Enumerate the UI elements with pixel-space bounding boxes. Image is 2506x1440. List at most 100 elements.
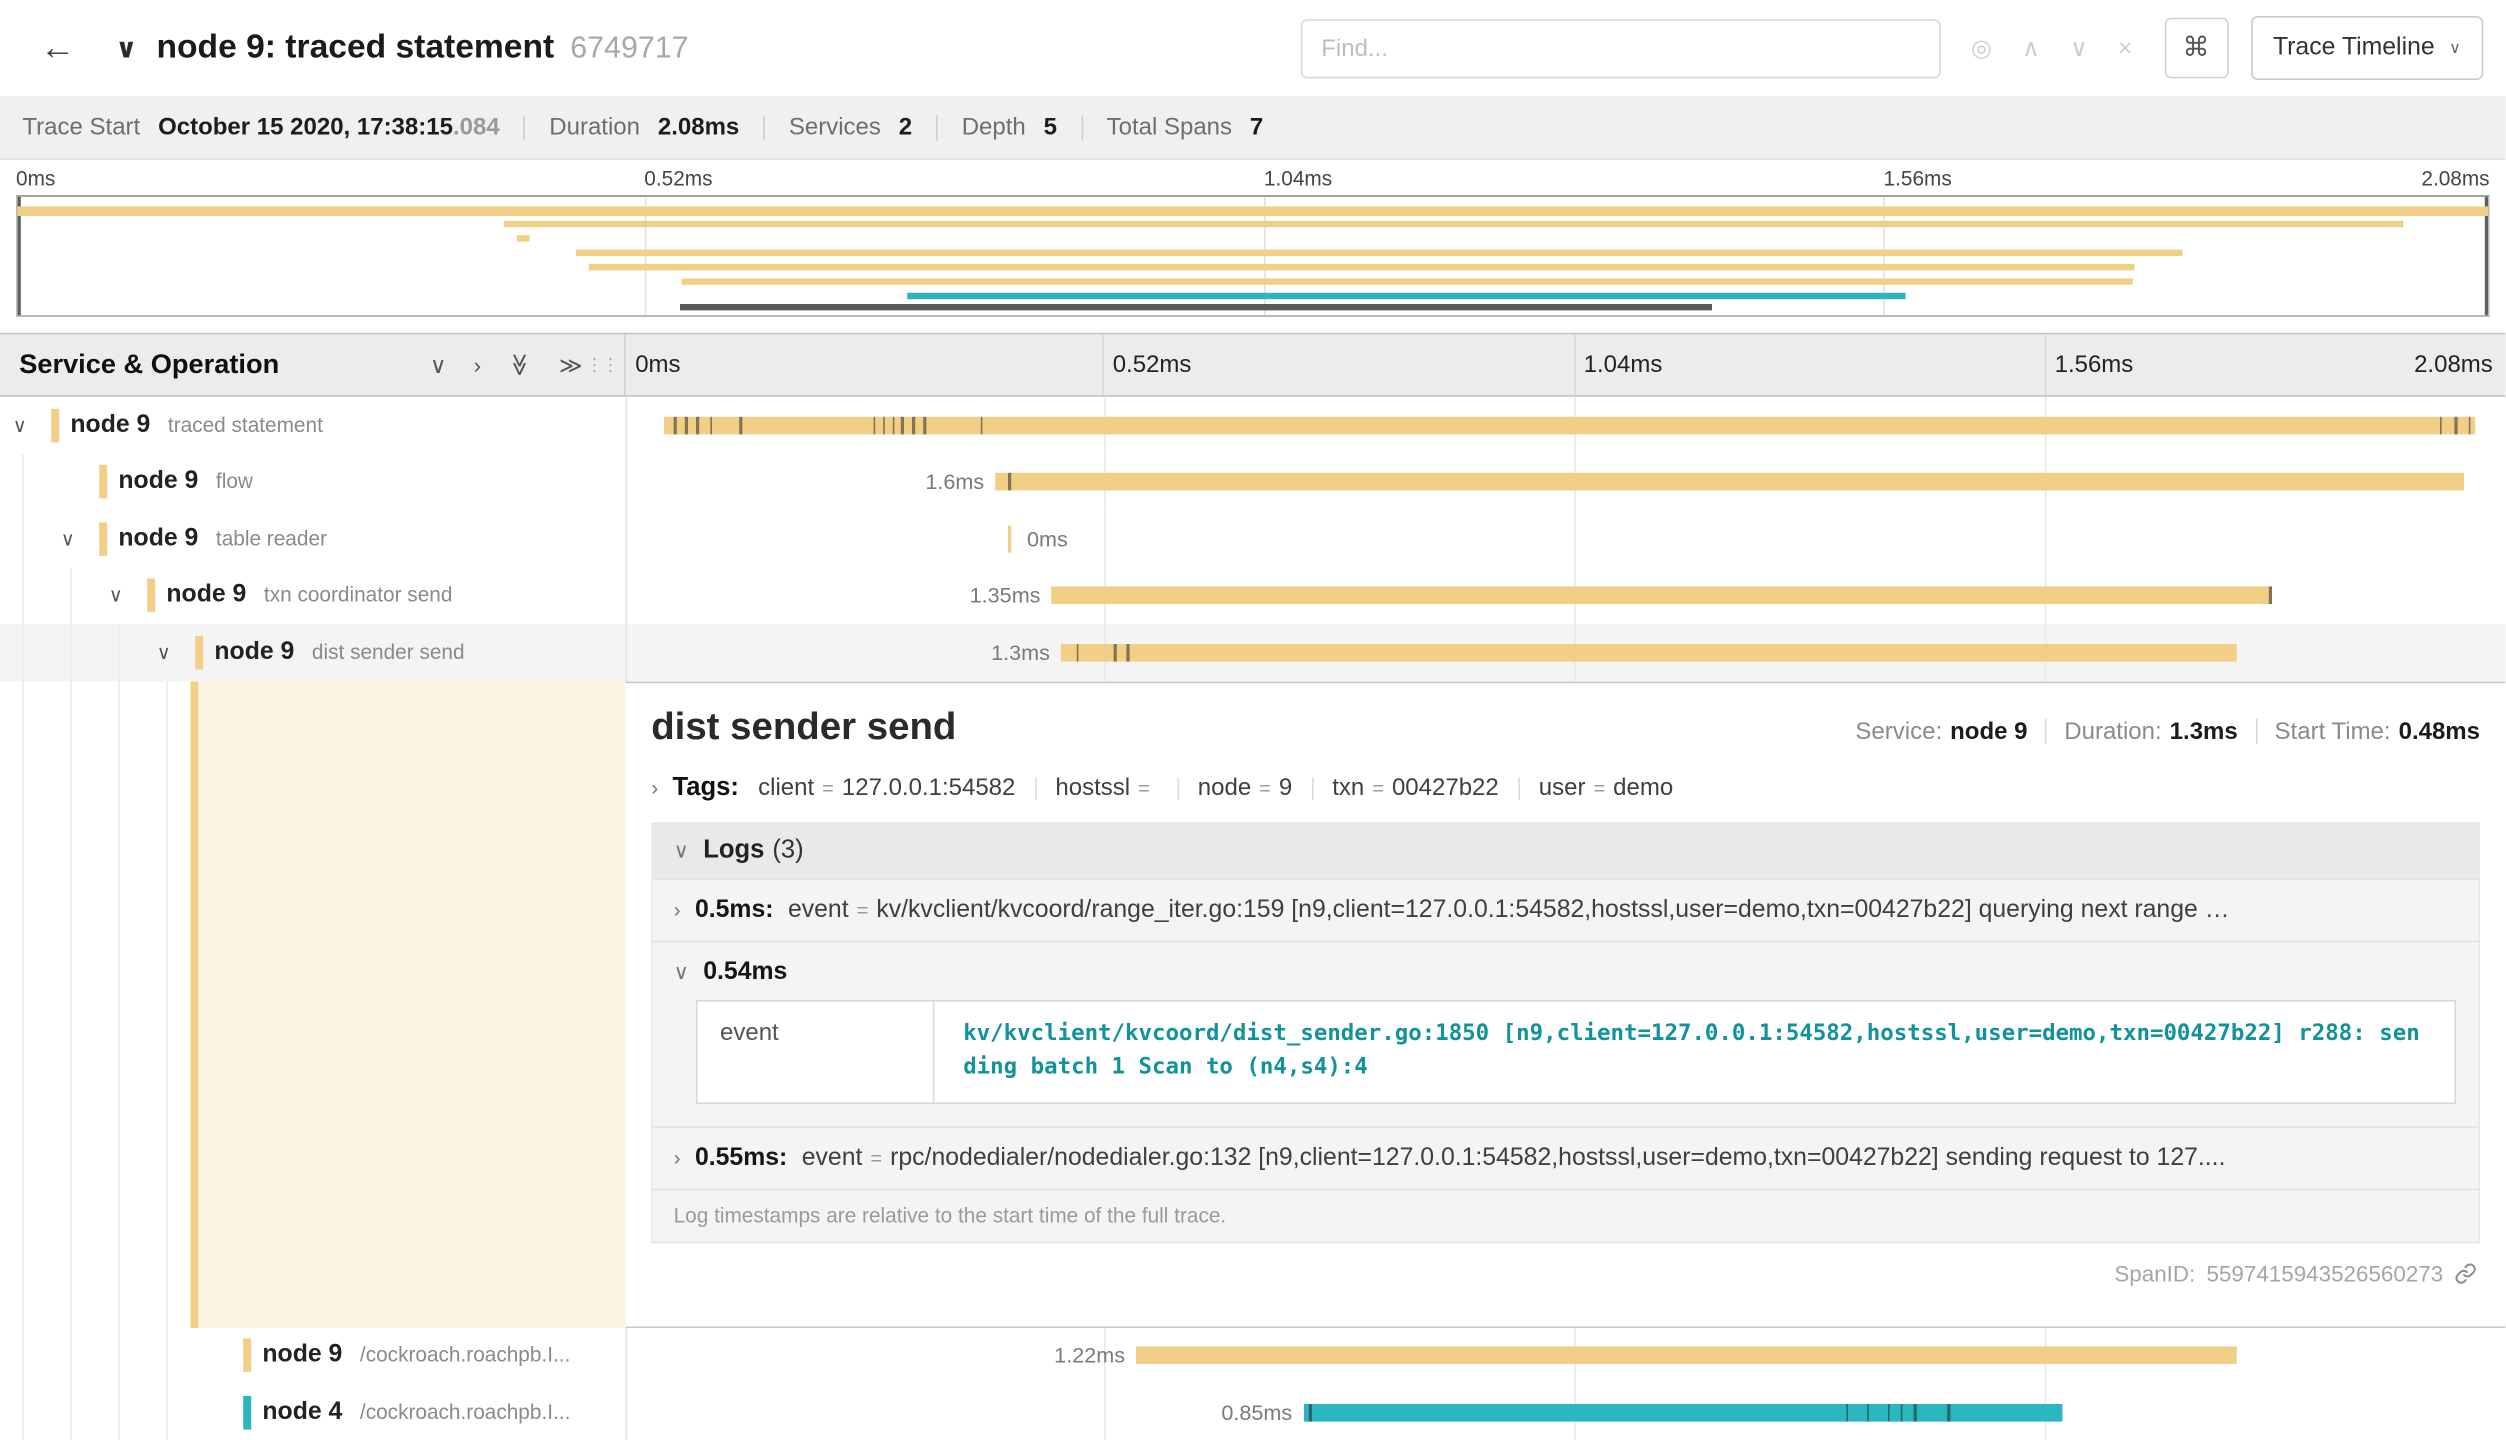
trace-view-dropdown-label: Trace Timeline (2273, 34, 2435, 63)
log-fields-table: eventkv/kvclient/kvcoord/dist_sender.go:… (696, 999, 2456, 1104)
log-entry-time: 0.54ms (703, 958, 787, 987)
log-marker-tick (2455, 416, 2457, 434)
timeline-gridline (1103, 334, 1105, 395)
span-row-text: node 9table reader (118, 524, 327, 553)
minimap-tick-labels: 0ms0.52ms1.04ms1.56ms2.08ms (16, 160, 2490, 195)
logs-header[interactable]: ∨ Logs (3) (653, 823, 2479, 877)
span-detail-header: dist sender send Service:node 9Duration:… (651, 705, 2480, 750)
span-row-timeline-cell: 0.85ms (626, 1384, 2506, 1440)
divider (1518, 778, 1520, 800)
span-row-label-cell: ∨node 9dist sender send (0, 624, 626, 681)
timeline-gridline (2045, 334, 2047, 395)
service-name: node 4 (262, 1398, 342, 1427)
span-bar[interactable] (1009, 525, 1012, 552)
service-name: node 9 (214, 638, 294, 667)
expand-one-icon[interactable]: › (474, 354, 481, 376)
log-marker-tick (1076, 644, 1078, 662)
indent-guide (70, 1327, 72, 1384)
selected-span-guide-bar (190, 681, 198, 1327)
collapse-span-chevron-icon[interactable]: ∨ (157, 641, 171, 663)
span-row[interactable]: ∨node 9dist sender send1.3ms (0, 624, 2506, 681)
span-row[interactable]: node 9/cockroach.roachpb.I...1.22ms (0, 1327, 2506, 1384)
topbar: ← ∨ node 9: traced statement 6749717 ◎ ∧… (0, 0, 2506, 96)
span-bar[interactable] (1136, 1347, 2237, 1365)
span-row[interactable]: ∨node 9traced statement (0, 397, 2506, 454)
service-color-bar (99, 522, 107, 556)
link-icon[interactable] (2454, 1262, 2476, 1284)
summary-item: Duration 2.08ms (549, 114, 739, 141)
summary-item: Services 2 (789, 114, 912, 141)
keyboard-shortcuts-button[interactable]: ⌘ (2164, 18, 2228, 79)
span-bar[interactable] (665, 416, 2476, 434)
operation-name: /cockroach.roachpb.I... (360, 1343, 570, 1367)
summary-item: Total Spans 7 (1107, 114, 1264, 141)
divider (1081, 114, 1083, 140)
minimap-canvas[interactable] (16, 195, 2490, 317)
collapse-header-chevron-icon[interactable]: ∨ (115, 34, 137, 66)
log-marker-tick (1948, 1404, 1950, 1422)
prev-result-icon[interactable]: ∧ (2022, 36, 2040, 60)
log-marker-tick (901, 416, 903, 434)
service-operation-header: Service & Operation (19, 349, 279, 381)
log-marker-tick (1914, 1404, 1916, 1422)
timeline-tick-label: 1.56ms (2055, 351, 2134, 378)
match-target-icon: ◎ (1971, 36, 1992, 60)
log-marker-tick (1127, 644, 1129, 662)
trace-view-dropdown[interactable]: Trace Timeline ∨ (2251, 16, 2484, 80)
span-detail-title: dist sender send (651, 705, 956, 750)
divider (1035, 778, 1037, 800)
log-entry[interactable]: ›0.55ms:event=rpc/nodedialer/nodedialer.… (653, 1126, 2479, 1188)
summary-value: 2 (899, 114, 912, 141)
indent-guide (166, 681, 168, 1327)
divider (1311, 778, 1313, 800)
operation-name: traced statement (168, 412, 323, 436)
span-meta-label: Duration: (2064, 718, 2161, 745)
span-row[interactable]: node 4/cockroach.roachpb.I...0.85ms (0, 1384, 2506, 1440)
column-resize-handle[interactable]: ⋮⋮ (586, 354, 618, 375)
back-button[interactable]: ← (22, 13, 92, 83)
timeline-header-left: Service & Operation ∨ › ≫ ≫ ⋮⋮ (0, 334, 626, 395)
indent-guide (22, 1384, 24, 1440)
tag-equals: = (1593, 778, 1605, 800)
indent-guide (70, 1384, 72, 1440)
minimap-tick-label: 1.56ms (1884, 166, 1952, 190)
log-entry-expanded-header[interactable]: ∨0.54ms (653, 940, 2479, 996)
divider (524, 114, 526, 140)
span-id-row: SpanID: 5597415943526560273 (651, 1261, 2480, 1287)
tags-row[interactable]: › Tags: client=127.0.0.1:54582hostssl=no… (651, 774, 2480, 803)
tag-equals: = (1138, 778, 1150, 800)
collapse-span-chevron-icon[interactable]: ∨ (13, 414, 27, 436)
minimap-tick-label: 1.04ms (1264, 166, 1332, 190)
minimap-scroll-indicator[interactable] (680, 304, 1713, 310)
clear-search-icon[interactable]: × (2118, 36, 2132, 60)
log-field-key: event (802, 1144, 863, 1173)
timeline-tick-label: 0ms (635, 351, 680, 378)
collapse-span-chevron-icon[interactable]: ∨ (61, 528, 75, 550)
next-result-icon[interactable]: ∨ (2070, 36, 2088, 60)
collapse-all-icon[interactable]: ≫ (509, 353, 531, 376)
span-row-text: node 9/cockroach.roachpb.I... (262, 1341, 570, 1370)
service-color-bar (243, 1339, 251, 1373)
span-row[interactable]: ∨node 9table reader0ms (0, 510, 2506, 567)
collapse-one-icon[interactable]: ∨ (430, 354, 446, 376)
span-row-timeline-cell: 1.6ms (626, 454, 2506, 511)
minimap-span-bar (682, 278, 2132, 284)
expand-all-icon[interactable]: ≫ (559, 354, 582, 376)
chevron-right-icon: › (674, 1145, 681, 1169)
span-bar[interactable] (995, 473, 2464, 491)
span-row[interactable]: ∨node 9txn coordinator send1.35ms (0, 567, 2506, 624)
span-bar[interactable] (1052, 587, 2273, 605)
tag-equals: = (1259, 778, 1271, 800)
logs-label: Logs (703, 836, 764, 865)
timeline-gridline (1104, 510, 1106, 567)
find-input[interactable] (1300, 18, 1940, 77)
span-bar[interactable] (1061, 644, 2237, 662)
log-entry[interactable]: ›0.5ms:event=kv/kvclient/kvcoord/range_i… (653, 878, 2479, 940)
indent-guide (22, 624, 24, 681)
collapse-span-chevron-icon[interactable]: ∨ (109, 584, 123, 606)
span-meta-value: 0.48ms (2399, 718, 2480, 745)
divider (936, 114, 938, 140)
tag-item: node=9 (1198, 774, 1292, 801)
span-row[interactable]: node 9flow1.6ms (0, 454, 2506, 511)
minimap-tick-label: 0ms (16, 166, 55, 190)
